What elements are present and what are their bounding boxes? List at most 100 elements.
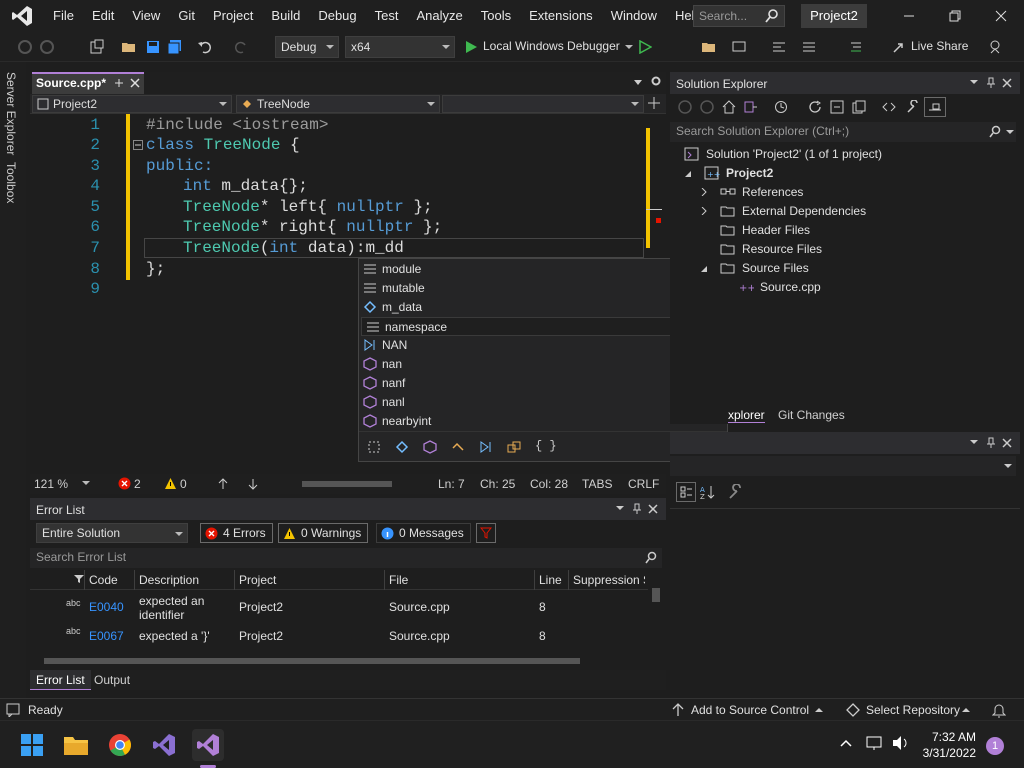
list-item[interactable]: module — [359, 260, 711, 279]
close-window-button[interactable] — [978, 0, 1024, 32]
split-icon[interactable] — [648, 97, 660, 109]
filter-snippet-icon[interactable]: { } — [535, 439, 557, 453]
notifications-bell-icon[interactable] — [992, 702, 1006, 718]
chevron-down-icon[interactable] — [1006, 130, 1014, 135]
tab-source-cpp[interactable]: Source.cpp* — [32, 72, 144, 94]
pin-icon[interactable] — [114, 78, 124, 88]
warnings-filter-button[interactable]: 0 Warnings — [278, 523, 369, 543]
menu-tools[interactable]: Tools — [472, 0, 520, 32]
repository-icon[interactable] — [846, 703, 860, 717]
list-item[interactable]: NAN — [359, 336, 711, 355]
run-target-label[interactable]: Local Windows Debugger — [483, 39, 620, 53]
chrome-icon[interactable] — [104, 729, 136, 761]
refresh-icon[interactable] — [808, 100, 822, 114]
arrow-down-icon[interactable] — [248, 478, 258, 490]
expanded-arrow-icon[interactable] — [700, 265, 708, 273]
tab-output[interactable]: Output — [94, 673, 130, 687]
chevron-down-icon[interactable] — [970, 80, 978, 85]
zoom-level[interactable]: 121 % — [34, 477, 68, 491]
undo-icon[interactable] — [196, 38, 214, 56]
chevron-up-icon[interactable] — [840, 739, 852, 747]
collapsed-arrow-icon[interactable] — [700, 188, 708, 196]
menu-edit[interactable]: Edit — [83, 0, 123, 32]
open-folder-icon[interactable] — [120, 38, 138, 56]
collapse-all-icon[interactable] — [830, 100, 844, 114]
chevron-down-icon[interactable] — [616, 506, 624, 511]
char-indicator[interactable]: Ch: 25 — [480, 477, 515, 491]
filter-namespace-icon[interactable] — [507, 440, 521, 454]
gear-icon[interactable] — [650, 75, 662, 87]
solution-search-input[interactable]: Search Solution Explorer (Ctrl+;) — [670, 122, 1016, 142]
list-item[interactable]: m_data — [359, 298, 711, 317]
windows-start-icon[interactable] — [16, 729, 48, 761]
format-icon[interactable] — [770, 38, 788, 56]
nav-project-select[interactable]: Project2 — [32, 95, 232, 113]
column-line[interactable]: Line — [539, 573, 562, 587]
save-all-icon[interactable] — [166, 38, 184, 56]
column-project[interactable]: Project — [239, 573, 276, 587]
scrollbar-thumb[interactable] — [302, 481, 392, 487]
taskbar-clock[interactable]: 7:32 AM 3/31/2022 — [923, 729, 976, 761]
visual-studio-logo-icon[interactable] — [0, 0, 44, 32]
server-explorer-tab[interactable]: Server Explorer — [4, 72, 18, 155]
errors-filter-button[interactable]: 4 Errors — [200, 523, 273, 543]
line-ending-indicator[interactable]: CRLF — [628, 477, 659, 491]
horizontal-scrollbar[interactable] — [288, 478, 408, 490]
messages-filter-button[interactable]: 0 Messages — [376, 523, 471, 543]
toolbox-tab[interactable]: Toolbox — [4, 162, 18, 203]
volume-icon[interactable] — [892, 735, 910, 751]
arrow-up-icon[interactable] — [672, 703, 684, 717]
new-project-icon[interactable] — [88, 38, 106, 56]
list-item-selected[interactable]: namespace — [361, 317, 711, 336]
redo-icon[interactable] — [232, 38, 250, 56]
tab-git-changes[interactable]: Git Changes — [778, 408, 845, 422]
table-row[interactable]: abc E0067 expected a '}' Project2 Source… — [30, 622, 648, 650]
code-view-icon[interactable] — [882, 100, 896, 114]
close-icon[interactable] — [130, 78, 140, 88]
indent-icon[interactable] — [846, 38, 864, 56]
minimize-button[interactable] — [886, 0, 932, 32]
line-indicator[interactable]: Ln: 7 — [438, 477, 465, 491]
nav-member-select[interactable] — [442, 95, 644, 113]
warning-count[interactable]: 0 — [180, 477, 187, 491]
live-share-icon[interactable] — [890, 38, 908, 56]
arrow-up-icon[interactable] — [218, 478, 228, 490]
chevron-down-icon[interactable] — [82, 481, 90, 486]
expanded-arrow-icon[interactable] — [684, 170, 692, 178]
save-icon[interactable] — [144, 38, 162, 56]
filter-function-icon[interactable] — [423, 440, 437, 454]
project-name-badge[interactable]: Project2 — [801, 4, 867, 28]
pin-icon[interactable] — [986, 437, 996, 449]
show-all-files-icon[interactable] — [852, 100, 866, 114]
filter-class-icon[interactable] — [451, 440, 465, 454]
switch-views-icon[interactable] — [744, 100, 758, 114]
properties-object-select[interactable] — [670, 456, 1016, 476]
scrollbar-thumb[interactable] — [44, 658, 580, 664]
solution-folder-icon[interactable] — [700, 38, 718, 56]
error-horizontal-scrollbar[interactable] — [34, 656, 642, 666]
start-without-debugging-icon[interactable] — [636, 38, 654, 56]
tab-error-list[interactable]: Error List — [30, 670, 91, 690]
navigate-back-icon[interactable] — [16, 38, 34, 56]
window-layout-icon[interactable] — [730, 38, 748, 56]
menu-git[interactable]: Git — [169, 0, 204, 32]
navigate-forward-icon[interactable] — [38, 38, 56, 56]
maximize-button[interactable] — [932, 0, 978, 32]
tabs-indicator[interactable]: TABS — [582, 477, 612, 491]
error-search-input[interactable]: Search Error List — [30, 548, 662, 568]
collapse-region-icon[interactable] — [133, 140, 143, 150]
back-icon[interactable] — [678, 100, 692, 114]
tab-overflow-icon[interactable] — [634, 80, 642, 86]
list-item[interactable]: nanl — [359, 393, 711, 412]
pin-icon[interactable] — [986, 77, 996, 89]
list-item[interactable]: nanf — [359, 374, 711, 393]
chevron-up-icon[interactable] — [962, 708, 970, 713]
chevron-down-icon[interactable] — [970, 440, 978, 445]
start-debugging-icon[interactable] — [462, 38, 480, 56]
chevron-up-icon[interactable] — [815, 708, 823, 713]
configuration-select[interactable]: Debug — [275, 36, 339, 58]
build-intellisense-filter-icon[interactable] — [476, 523, 496, 543]
platform-select[interactable]: x64 — [345, 36, 455, 58]
column-suppression[interactable]: Suppression S — [573, 573, 645, 587]
select-repository-button[interactable]: Select Repository — [866, 703, 960, 717]
